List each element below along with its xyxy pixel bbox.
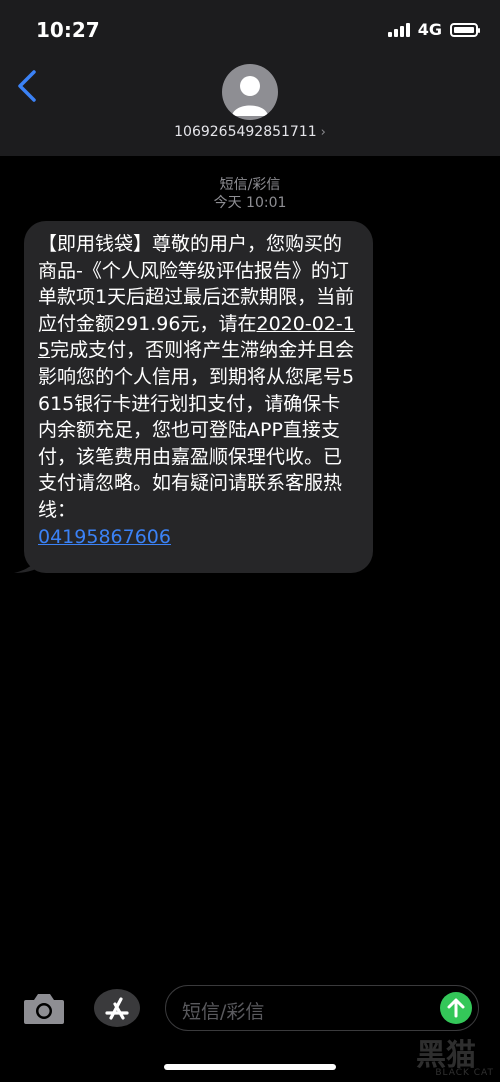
person-icon <box>232 76 268 116</box>
status-indicators: 4G <box>387 20 480 39</box>
message-bubble[interactable]: 【即用钱袋】尊敬的用户，您购买的商品-《个人风险等级评估报告》的订单款项1天后超… <box>24 221 373 573</box>
chevron-right-icon: › <box>320 125 326 140</box>
message-timestamp: 今天 10:01 <box>213 195 287 211</box>
input-placeholder: 短信/彩信 <box>182 1001 265 1023</box>
back-button[interactable] <box>14 66 44 106</box>
camera-icon <box>24 994 64 1024</box>
status-time: 10:27 <box>36 18 100 42</box>
message-type-label: 短信/彩信 <box>219 177 281 193</box>
signal-icon <box>387 22 410 37</box>
chevron-left-icon <box>18 70 36 102</box>
watermark: 黑猫 BLACK CAT <box>388 1028 500 1082</box>
camera-button[interactable] <box>22 990 66 1026</box>
message-input[interactable]: 短信/彩信 <box>165 985 479 1031</box>
home-indicator[interactable] <box>164 1064 336 1070</box>
send-button[interactable] <box>440 992 472 1024</box>
message-text: 【即用钱袋】尊敬的用户，您购买的商品-《个人风险等级评估报告》的订单款项1天后超… <box>38 231 359 550</box>
contact-number-text: 1069265492851711 <box>174 124 317 140</box>
arrow-up-icon <box>447 998 465 1018</box>
app-store-button[interactable] <box>94 989 140 1027</box>
battery-icon <box>450 22 480 37</box>
conversation-header: 10:27 4G 1069265492851711 › <box>0 0 500 156</box>
app-store-icon <box>105 997 129 1020</box>
network-type: 4G <box>417 20 442 39</box>
phone-number-link[interactable]: 04195867606 <box>38 526 171 548</box>
message-text-part-2: 完成支付，否则将产生滞纳金并且会影响您的个人信用，到期将从您尾号5615银行卡进… <box>38 339 355 521</box>
contact-avatar[interactable] <box>222 64 278 120</box>
watermark-subtext: BLACK CAT <box>435 1068 494 1078</box>
contact-number[interactable]: 1069265492851711 › <box>0 124 500 140</box>
